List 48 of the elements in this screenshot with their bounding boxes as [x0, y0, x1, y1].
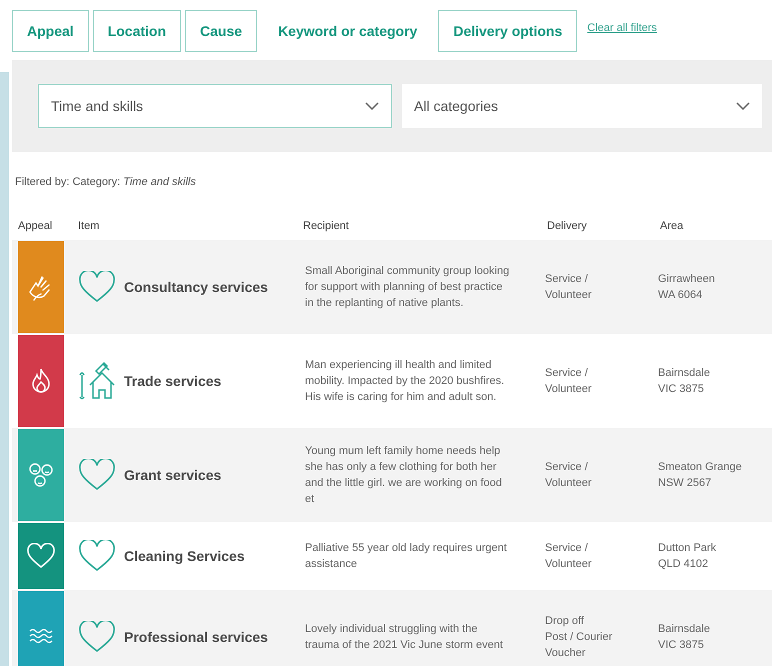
heart-icon: [78, 271, 116, 303]
heart-icon: [78, 621, 116, 653]
column-header: Area: [659, 220, 684, 232]
filter-summary: Filtered by: Category: Time and skills: [15, 176, 197, 190]
tools-house-icon: [78, 361, 116, 401]
item-name: Trade services: [124, 373, 222, 389]
area-cell-text: Girrawheen WA 6064: [657, 272, 716, 303]
heart-icon: [78, 540, 116, 572]
filter-tab[interactable]: Cause: [185, 10, 258, 52]
item-name: Consultancy services: [124, 279, 268, 295]
item-name: Grant services: [124, 467, 222, 483]
filter-tab[interactable]: Appeal: [12, 10, 89, 52]
filter-tab[interactable]: Location: [92, 10, 182, 52]
column-header: Item: [77, 220, 100, 232]
delivery-cell-text: Service / Volunteer: [544, 541, 592, 572]
table-row[interactable]: Trade services Man experiencing ill health and limited mobility. Impacted by the 2020 bushfires. His wife is caring for him and adult son. Service / Volunteer Bairnsdale VIC 3875: [12, 334, 772, 428]
area-cell-text: Dutton Park QLD 4102: [657, 541, 718, 572]
heart-icon: [78, 459, 116, 491]
delivery-cell-text: Service / Volunteer: [544, 366, 592, 397]
area-cell-text: Bairnsdale VIC 3875: [657, 366, 711, 397]
column-header: Appeal: [17, 220, 54, 232]
recipient-description: Lovely individual struggling with the trauma of the 2021 Vic June storm event: [304, 622, 504, 653]
area-cell-text: Bairnsdale VIC 3875: [657, 622, 711, 653]
delivery-cell-text: Service / Volunteer: [544, 272, 592, 303]
table-row[interactable]: Consultancy services Small Aboriginal community group looking for support with planning of best practice in the replanting of native plants. Service / Volunteer Girrawheen WA 6064: [12, 240, 772, 334]
recipient-description: Palliative 55 year old lady requires urgent assistance: [304, 541, 508, 572]
table-row[interactable]: Professional services Lovely individual struggling with the trauma of the 2021 Vic June storm event Drop off Post / Courier Voucher Bairnsdale VIC 3875: [12, 590, 772, 666]
table-row[interactable]: Grant services Young mum left family home needs help she has only a few clothing for both her and the little girl. we are working on food et Service / Volunteer Smeaton Grange NSW 2567: [12, 428, 772, 522]
chevron-down-icon: [736, 102, 750, 110]
delivery-cell-text: Service / Volunteer: [544, 460, 592, 491]
delivery-cell-text: Drop off Post / Courier Voucher: [544, 614, 614, 661]
item-name: Professional services: [124, 629, 268, 645]
area-cell-text: Smeaton Grange NSW 2567: [657, 460, 743, 491]
chevron-down-icon: [365, 102, 379, 110]
recipient-description: Small Aboriginal community group looking for support with planning of best practice in the replanting of native plants.: [304, 264, 510, 311]
column-header: Delivery: [546, 220, 588, 232]
heart-icon: [26, 543, 56, 569]
column-header: Recipient: [302, 220, 350, 232]
category-dropdown[interactable]: Time and skills: [38, 84, 392, 128]
item-name: Cleaning Services: [124, 548, 245, 564]
flame-icon: [30, 367, 52, 395]
filter-tab[interactable]: Delivery options: [438, 10, 578, 52]
faces-icon: [27, 461, 55, 489]
recipient-description: Young mum left family home needs help she has only a few clothing for both her and the little girl. we are working on food et: [304, 444, 503, 507]
recipient-description: Man experiencing ill health and limited mobility. Impacted by the 2020 bushfires. His wife is caring for him and adult son.: [304, 358, 506, 405]
table-row[interactable]: Cleaning Services Palliative 55 year old lady requires urgent assistance Service / Volunteer Dutton Park QLD 4102: [12, 522, 772, 590]
category-dropdown[interactable]: All categories: [402, 84, 762, 128]
waves-icon: [29, 628, 53, 646]
